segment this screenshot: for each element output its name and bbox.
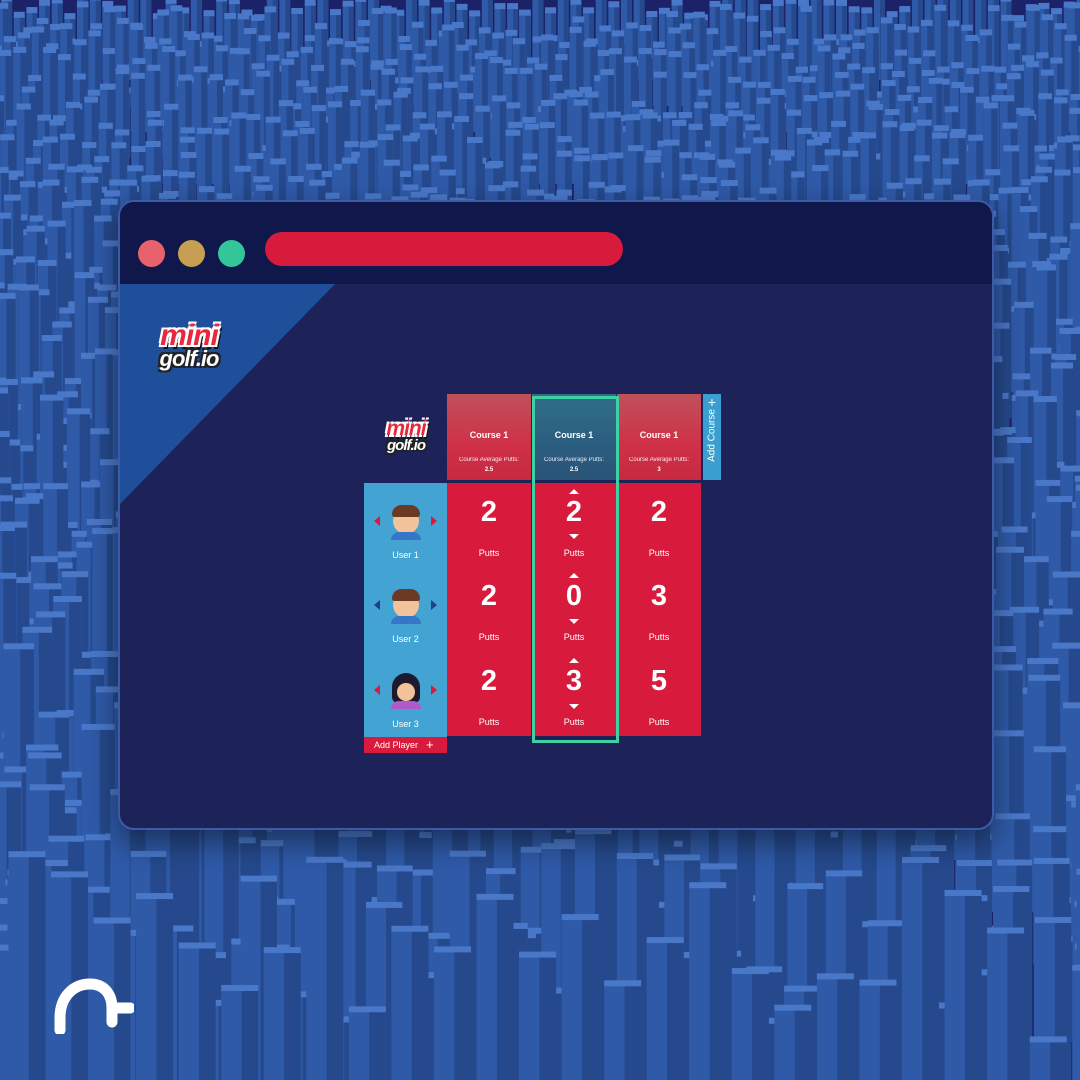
background-block bbox=[1072, 964, 1080, 1080]
chevron-right-icon[interactable] bbox=[431, 600, 437, 610]
girl-avatar-icon bbox=[391, 673, 421, 709]
background-block bbox=[433, 946, 471, 1080]
background-block bbox=[646, 937, 684, 1080]
browser-window: mini golf.io mini golf.io Course 1 Cours… bbox=[118, 200, 994, 830]
course-average-label: Course Average Putts: bbox=[459, 457, 519, 463]
background-block bbox=[348, 1006, 386, 1080]
corner-accent bbox=[120, 284, 335, 504]
chevron-right-icon[interactable] bbox=[431, 685, 437, 695]
putt-count: 2 bbox=[480, 580, 498, 612]
background-block bbox=[51, 871, 89, 1080]
background-block bbox=[731, 968, 769, 1080]
player-name: User 3 bbox=[392, 719, 419, 729]
background-block bbox=[604, 980, 642, 1080]
background-block bbox=[8, 851, 46, 1080]
putts-label: Putts bbox=[478, 548, 500, 558]
putts-label: Putts bbox=[648, 632, 670, 642]
boy-avatar-icon bbox=[391, 589, 421, 624]
background-block bbox=[136, 893, 174, 1080]
minigolf-logo-small: mini golf.io bbox=[374, 418, 438, 454]
course-average-label: Course Average Putts: bbox=[629, 457, 689, 463]
chevron-left-icon[interactable] bbox=[374, 600, 380, 610]
add-player-button[interactable]: Add Player + bbox=[364, 737, 447, 753]
plus-icon: + bbox=[426, 737, 434, 752]
background-block bbox=[944, 889, 982, 1080]
add-course-label: Add Course bbox=[706, 409, 718, 462]
putt-count: 5 bbox=[650, 665, 668, 697]
putt-count: 2 bbox=[650, 496, 668, 528]
background-block bbox=[221, 984, 259, 1080]
minimize-dot[interactable] bbox=[178, 240, 205, 267]
logo-line-2: golf.io bbox=[159, 346, 220, 371]
course-title: Course 1 bbox=[639, 430, 679, 440]
background-block bbox=[1029, 1036, 1067, 1080]
logo-line-2: golf.io bbox=[387, 436, 426, 454]
player-name: User 1 bbox=[392, 550, 419, 560]
putts-label: Putts bbox=[478, 632, 500, 642]
chevron-left-icon[interactable] bbox=[374, 685, 380, 695]
title-bar bbox=[120, 202, 992, 284]
background-block bbox=[774, 1004, 812, 1080]
chevron-left-icon[interactable] bbox=[374, 516, 380, 526]
players-column: User 1 User 2 User 3 bbox=[364, 483, 447, 737]
selected-course-outline bbox=[532, 396, 619, 743]
course-title: Course 1 bbox=[469, 430, 509, 440]
score-column-3: 2 Putts 3 Putts 5 Putts bbox=[617, 483, 701, 736]
address-bar[interactable] bbox=[265, 232, 623, 266]
background-block bbox=[391, 925, 429, 1080]
putts-label: Putts bbox=[648, 548, 670, 558]
chevron-right-icon[interactable] bbox=[431, 516, 437, 526]
minigolf-logo: mini golf.io bbox=[144, 319, 234, 371]
background-block bbox=[263, 947, 301, 1080]
course-header-3[interactable]: Course 1 Course Average Putts: 3 bbox=[617, 394, 701, 480]
background-block bbox=[987, 927, 1025, 1080]
course-header-1[interactable]: Course 1 Course Average Putts: 2.5 bbox=[447, 394, 531, 480]
background-block bbox=[561, 914, 599, 1080]
course-average-value: 3 bbox=[657, 467, 661, 473]
background-block bbox=[859, 979, 897, 1080]
putt-count: 3 bbox=[650, 580, 668, 612]
add-player-label: Add Player bbox=[374, 740, 419, 750]
add-course-button[interactable]: + Add Course bbox=[703, 394, 721, 480]
course-average-value: 2.5 bbox=[484, 467, 494, 473]
score-column-1: 2 Putts 2 Putts 2 Putts bbox=[447, 483, 531, 736]
brand-a-icon bbox=[54, 978, 134, 1034]
close-dot[interactable] bbox=[138, 240, 165, 267]
putts-label: Putts bbox=[478, 717, 500, 727]
boy-avatar-icon bbox=[391, 505, 421, 540]
background-block bbox=[476, 893, 514, 1080]
background-block bbox=[306, 856, 344, 1080]
player-name: User 2 bbox=[392, 634, 419, 644]
background-block bbox=[816, 973, 854, 1080]
putt-count: 2 bbox=[480, 665, 498, 697]
background-block bbox=[519, 951, 557, 1080]
putts-label: Putts bbox=[648, 717, 670, 727]
background-block bbox=[902, 856, 940, 1080]
background-block bbox=[178, 942, 216, 1080]
maximize-dot[interactable] bbox=[218, 240, 245, 267]
background-block bbox=[689, 882, 727, 1080]
putt-count: 2 bbox=[480, 496, 498, 528]
logo-line-1: mini bbox=[160, 319, 219, 352]
